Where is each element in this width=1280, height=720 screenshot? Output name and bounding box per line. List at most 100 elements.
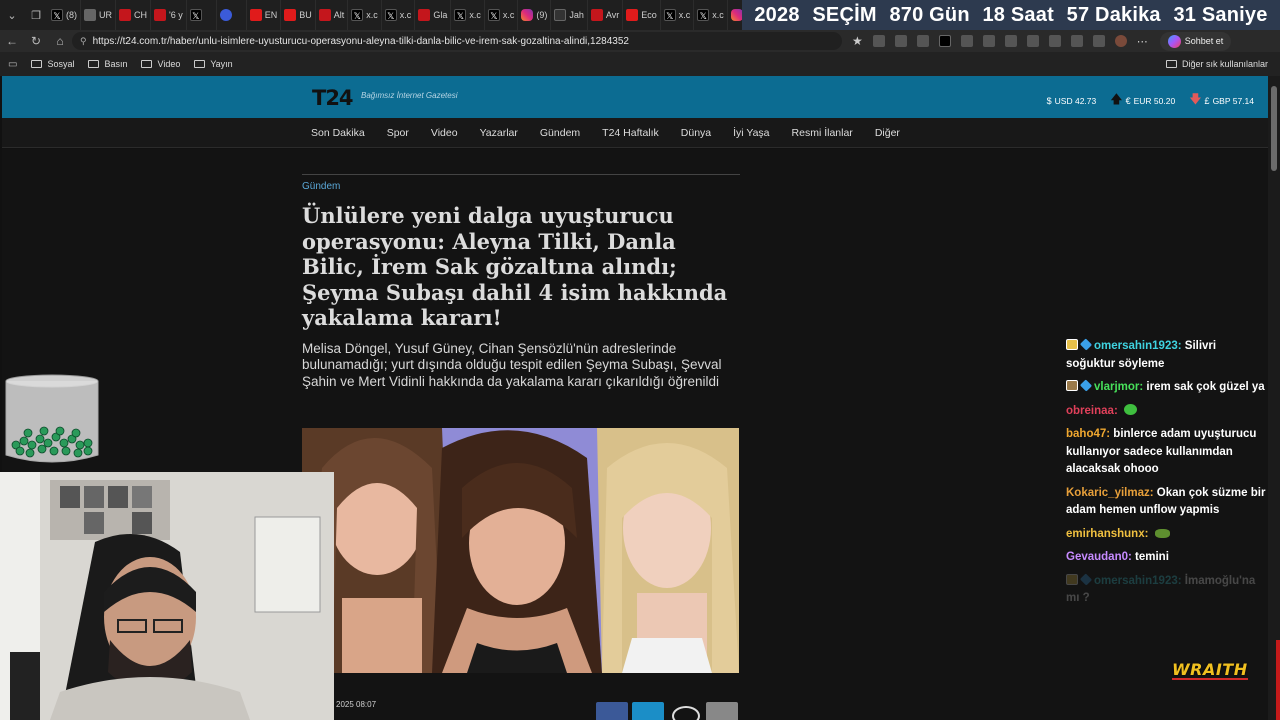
url-text: https://t24.com.tr/haber/unlu-isimlere-u… xyxy=(92,35,629,47)
nav-yazarlar[interactable]: Yazarlar xyxy=(480,127,518,139)
copilot-chat-button[interactable]: Sohbet et xyxy=(1159,31,1232,51)
nav-iyi-yasa[interactable]: İyi Yaşa xyxy=(733,127,769,139)
chat-username[interactable]: omersahin1923 xyxy=(1094,575,1178,587)
browser-tab[interactable]: Alt xyxy=(316,0,349,30)
extension-icon[interactable] xyxy=(1026,35,1039,47)
collections-icon[interactable] xyxy=(1092,35,1105,47)
browser-tab[interactable]: 𝕏x.c xyxy=(694,0,728,30)
ig-favicon-icon xyxy=(730,9,743,21)
twitter-share-button[interactable] xyxy=(632,702,664,720)
page-scrollbar[interactable] xyxy=(1268,76,1280,720)
browser-tab[interactable]: 𝕏x.c xyxy=(485,0,519,30)
extension-icon[interactable] xyxy=(894,35,907,47)
cube-badge-icon xyxy=(1079,572,1093,586)
nav-diger[interactable]: Diğer xyxy=(875,127,900,139)
gbp-rate-value: GBP 57.14 xyxy=(1212,95,1254,106)
nav-t24-haftalik[interactable]: T24 Haftalık xyxy=(602,127,659,139)
browser-tab[interactable]: Avr xyxy=(588,0,624,30)
avatar[interactable] xyxy=(1114,35,1127,47)
browser-tab[interactable]: 𝕏x.c xyxy=(661,0,695,30)
workspaces-icon[interactable]: ❐ xyxy=(24,0,48,30)
browser-tab[interactable]: 𝕏x.c xyxy=(348,0,382,30)
browser-tab[interactable]: CH xyxy=(116,0,151,30)
bookmark-label: Sosyal xyxy=(47,59,75,69)
chat-username[interactable]: Gevaudan0 xyxy=(1066,551,1128,563)
heart-icon[interactable] xyxy=(1070,35,1083,47)
bookmark-folder-yayin[interactable]: Yayın xyxy=(194,59,233,69)
browser-tab[interactable]: 𝕏 (8) xyxy=(48,0,81,30)
puzzle-icon[interactable] xyxy=(982,35,995,47)
chat-username[interactable]: Kokaric_yilmaz xyxy=(1066,487,1150,499)
url-field[interactable]: ⚲ https://t24.com.tr/haber/unlu-isimlere… xyxy=(72,32,842,50)
chat-button-label: Sohbet et xyxy=(1184,36,1224,46)
chat-username[interactable]: omersahin1923 xyxy=(1094,340,1178,352)
favorites-icon[interactable] xyxy=(1048,35,1061,47)
split-screen-icon[interactable] xyxy=(1004,35,1017,47)
browser-tab[interactable]: Gla xyxy=(415,0,452,30)
bookmark-folder-video[interactable]: Video xyxy=(141,59,180,69)
nav-son-dakika[interactable]: Son Dakika xyxy=(311,127,365,139)
whatsapp-share-icon[interactable] xyxy=(672,706,700,720)
site-header: T24 Bağımsız İnternet Gazetesi $ USD 42.… xyxy=(2,76,1268,118)
category-label[interactable]: Gündem xyxy=(302,181,340,192)
article-category[interactable]: Gündem xyxy=(302,174,740,192)
scrollbar-thumb[interactable] xyxy=(1271,86,1277,171)
favorite-star-icon[interactable]: ★ xyxy=(852,34,863,48)
bookmark-folder-basin[interactable]: Basın xyxy=(88,59,127,69)
extension-icon[interactable] xyxy=(916,35,929,47)
browser-tab[interactable]: UR xyxy=(81,0,116,30)
bookmark-manager-icon[interactable]: ▭ xyxy=(8,59,17,70)
chat-username[interactable]: emirhanshunx xyxy=(1066,528,1145,540)
tab-label: Avr xyxy=(605,10,620,20)
other-bookmarks-label: Diğer sık kullanılanlar xyxy=(1181,59,1268,69)
tab-list-chevron-icon[interactable]: ⌄ xyxy=(0,0,24,30)
x-favicon-icon: 𝕏 xyxy=(663,9,676,21)
browser-tab[interactable]: EN xyxy=(247,0,282,30)
reload-icon[interactable]: ↻ xyxy=(24,30,48,52)
gbp-rate: 🡇 £ GBP 57.14 xyxy=(1189,90,1254,111)
extension-icon[interactable] xyxy=(872,35,885,47)
back-icon[interactable]: ← xyxy=(0,30,24,52)
chat-username[interactable]: baho47 xyxy=(1066,428,1106,440)
nav-gundem[interactable]: Gündem xyxy=(540,127,580,139)
chat-message: Gevaudan0: temini xyxy=(1066,549,1266,567)
browser-tab[interactable]: '6 y xyxy=(151,0,187,30)
countdown-seconds: 31 Saniye xyxy=(1173,3,1268,26)
facebook-share-button[interactable] xyxy=(596,702,628,720)
dollar-icon: $ xyxy=(1046,95,1052,106)
more-menu-icon[interactable]: ⋯ xyxy=(1137,35,1148,48)
webcam-overlay xyxy=(0,472,334,720)
browser-tab[interactable]: 𝕏 xyxy=(187,0,217,30)
yt-favicon-icon xyxy=(626,9,639,21)
chat-username[interactable]: obreinaa xyxy=(1066,405,1114,417)
nav-video[interactable]: Video xyxy=(431,127,458,139)
chat-text: temini xyxy=(1135,551,1169,563)
article-photo[interactable] xyxy=(302,428,739,673)
extension-icon[interactable] xyxy=(938,35,951,47)
nav-resmi-ilanlar[interactable]: Resmi İlanlar xyxy=(792,127,853,139)
site-logo[interactable]: T24 xyxy=(312,86,354,110)
browser-tab[interactable]: 𝕏x.c xyxy=(382,0,416,30)
browser-tab[interactable]: 𝕏x.c xyxy=(451,0,485,30)
tab-label: x.c xyxy=(399,10,412,20)
extension-icons: ★ ⋯ xyxy=(852,34,1148,48)
chat-username[interactable]: vlarjmor xyxy=(1094,381,1139,393)
browser-tab[interactable]: BU xyxy=(281,0,316,30)
nav-dunya[interactable]: Dünya xyxy=(681,127,711,139)
red-favicon-icon xyxy=(590,9,603,21)
countdown-label: SEÇİM xyxy=(812,3,877,26)
email-share-button[interactable] xyxy=(706,702,738,720)
site-info-icon[interactable]: ⚲ xyxy=(80,36,87,47)
bookmark-label: Video xyxy=(157,59,181,69)
bookmark-folder-sosyal[interactable]: Sosyal xyxy=(31,59,74,69)
extension-icon[interactable] xyxy=(960,35,973,47)
nav-spor[interactable]: Spor xyxy=(387,127,409,139)
browser-tab[interactable]: Eco xyxy=(623,0,661,30)
home-icon[interactable]: ⌂ xyxy=(48,30,72,52)
site-nav: Son Dakika Spor Video Yazarlar Gündem T2… xyxy=(2,118,1268,148)
browser-tab[interactable]: (9) xyxy=(518,0,552,30)
other-bookmarks[interactable]: Diğer sık kullanılanlar xyxy=(1165,52,1268,76)
browser-tab[interactable]: Jah xyxy=(551,0,588,30)
browser-tab[interactable] xyxy=(217,0,247,30)
tab-label: '6 y xyxy=(169,10,183,20)
